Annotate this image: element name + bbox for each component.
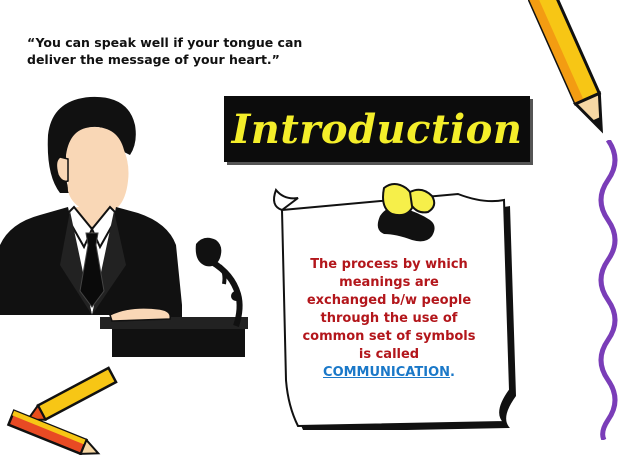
slide: “You can speak well if your tongue can d… (0, 0, 622, 455)
crayon-icon (6, 366, 118, 455)
quote-text: “You can speak well if your tongue can d… (27, 34, 357, 68)
definition-line-4: through the use of (320, 311, 458, 326)
definition-line-3: exchanged b/w people (306, 293, 472, 308)
paper-clip-icon (377, 183, 436, 242)
page-title: Introduction (231, 105, 523, 153)
definition-line-2: meanings are (339, 275, 439, 290)
definition-term-line: COMMUNICATION. (282, 364, 496, 382)
quote-line-2: deliver the message of your heart.” (27, 52, 280, 67)
title-banner: Introduction (224, 96, 530, 162)
microphone-icon (195, 237, 243, 327)
communication-term-suffix: . (450, 365, 455, 380)
pencil-icon (528, 0, 603, 134)
quote-line-1: “You can speak well if your tongue can (27, 35, 303, 50)
communication-term: COMMUNICATION (323, 365, 450, 380)
definition-line-1: The process by which (310, 257, 468, 272)
border-wave-icon (598, 140, 618, 440)
definition-line-5: common set of symbols (302, 329, 476, 344)
definition-line-6: is called (358, 347, 420, 362)
definition-text: The process by which meanings are exchan… (282, 256, 496, 382)
